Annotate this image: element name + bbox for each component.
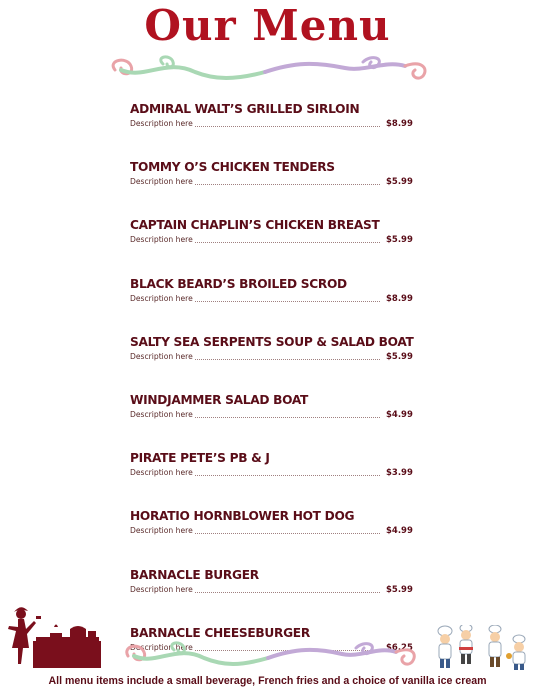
item-name: BLACK BEARD’S BROILED SCROD [130, 276, 347, 291]
item-name: PIRATE PETE’S PB & J [130, 451, 270, 466]
dot-leader [194, 358, 380, 360]
item-price: $5.99 [386, 351, 413, 362]
item-price: $5.99 [386, 235, 413, 246]
cook-silhouette-icon [8, 607, 101, 668]
item-description: Description here [130, 351, 193, 361]
item-price: $3.99 [386, 468, 413, 479]
item-name: BARNACLE CHEESEBURGER [130, 625, 310, 640]
menu-item: ADMIRAL WALT’S GRILLED SIRLOIN Descripti… [130, 101, 413, 157]
menu-title: Our Menu [144, 1, 391, 50]
item-name: CAPTAIN CHAPLIN’S CHICKEN BREAST [130, 218, 380, 233]
menu-item: BLACK BEARD’S BROILED SCROD Description … [130, 276, 413, 332]
item-description: Description here [130, 409, 193, 419]
item-description: Description here [130, 293, 193, 303]
item-name: TOMMY O’S CHICKEN TENDERS [130, 160, 335, 175]
dot-leader [194, 242, 380, 244]
menu-list: ADMIRAL WALT’S GRILLED SIRLOIN Descripti… [130, 99, 414, 681]
footer-note: All menu items include a small beverage,… [48, 675, 487, 687]
item-price: $8.99 [386, 119, 413, 129]
dot-leader [194, 416, 380, 418]
item-price: $5.99 [386, 177, 413, 188]
swirl-divider-bottom [125, 641, 416, 666]
item-description: Description here [130, 177, 193, 187]
item-name: SALTY SEA SERPENTS SOUP & SALAD BOAT [130, 334, 414, 349]
menu-item: BARNACLE BURGER Description here $5.99 [130, 567, 413, 623]
item-price: $5.99 [386, 584, 413, 595]
item-name: HORATIO HORNBLOWER HOT DOG [130, 509, 355, 524]
item-name: ADMIRAL WALT’S GRILLED SIRLOIN [130, 102, 360, 116]
item-description: Description here [130, 468, 193, 478]
dot-leader [194, 591, 380, 593]
menu-item: PIRATE PETE’S PB & J Description here $3… [130, 450, 413, 506]
item-description: Description here [130, 526, 193, 536]
menu-item: TOMMY O’S CHICKEN TENDERS Description he… [130, 159, 413, 215]
menu-item: SALTY SEA SERPENTS SOUP & SALAD BOAT Des… [130, 334, 414, 390]
item-name: BARNACLE BURGER [130, 567, 259, 582]
item-name: WINDJAMMER SALAD BOAT [130, 392, 309, 407]
menu-item: HORATIO HORNBLOWER HOT DOG Description h… [130, 508, 413, 564]
item-description: Description here [130, 119, 193, 128]
item-description: Description here [130, 584, 193, 594]
item-description: Description here [130, 235, 193, 245]
item-price: $4.99 [386, 409, 413, 420]
swirl-divider-top [111, 55, 427, 80]
chefs-illustration-icon [437, 625, 526, 670]
dot-leader [194, 126, 380, 127]
dot-leader [194, 184, 380, 186]
menu-item: CAPTAIN CHAPLIN’S CHICKEN BREAST Descrip… [130, 217, 413, 273]
dot-leader [194, 300, 380, 302]
dot-leader [194, 475, 380, 477]
item-price: $8.99 [386, 293, 413, 304]
menu-item: WINDJAMMER SALAD BOAT Description here $… [130, 392, 413, 448]
item-price: $4.99 [386, 526, 413, 537]
dot-leader [194, 533, 380, 535]
